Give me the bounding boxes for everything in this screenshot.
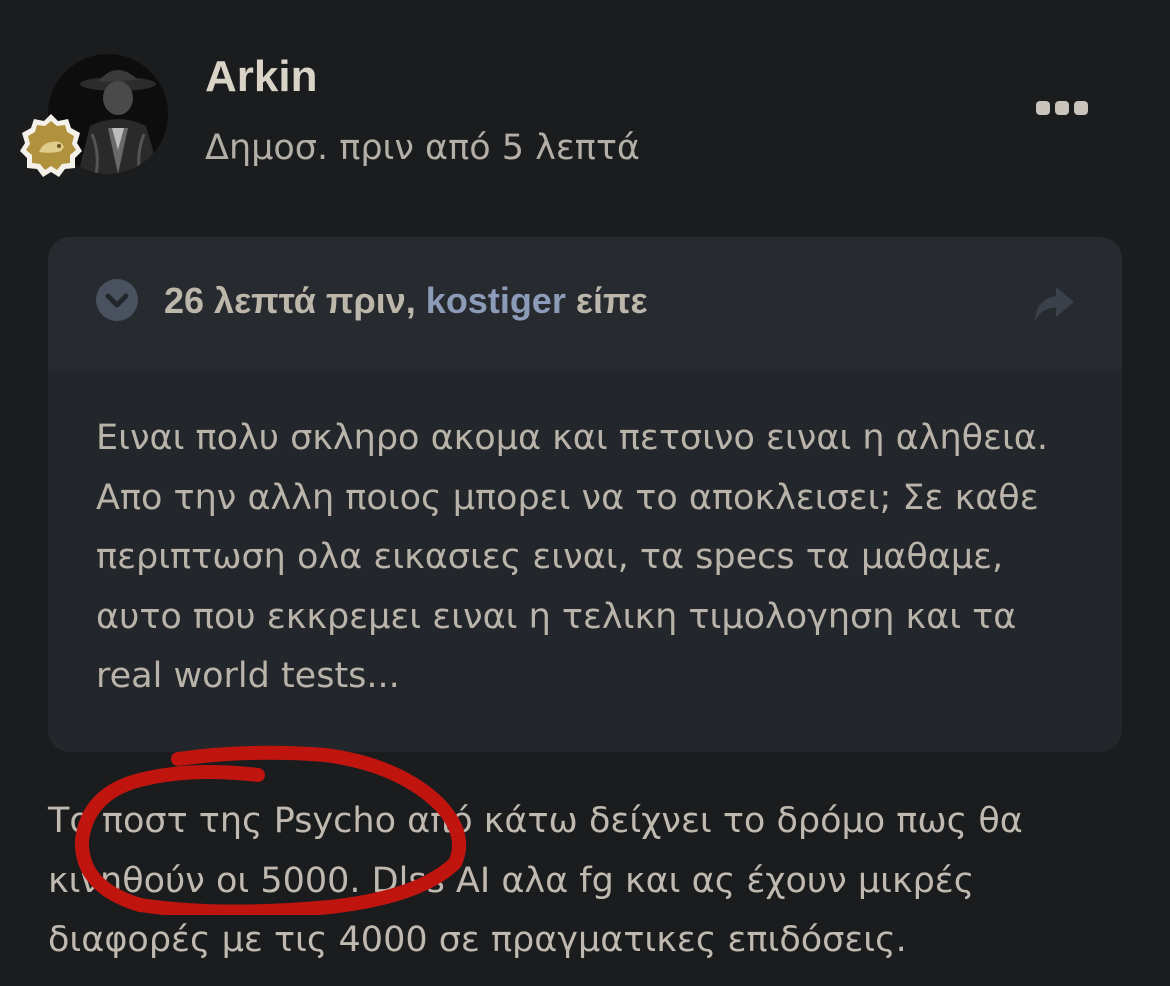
quote-header: 26 λεπτά πριν, kostiger είπε bbox=[48, 237, 1122, 369]
quote-line: περιπτωση ολα εικασιες ειναι, τα specs τ… bbox=[96, 537, 1004, 577]
quote-user-link[interactable]: kostiger bbox=[426, 280, 566, 321]
quote-said: είπε bbox=[575, 280, 648, 321]
post-line: Το ποστ της Psycho από κάτω δείχνει το δ… bbox=[48, 801, 1023, 841]
quote-citation: 26 λεπτά πριν, kostiger είπε bbox=[164, 280, 648, 322]
ellipsis-icon[interactable] bbox=[1036, 98, 1088, 120]
author-name[interactable]: Arkin bbox=[205, 52, 317, 102]
quote-line: αυτο που εκκρεμει ειναι η τελικη τιμολογ… bbox=[96, 596, 1017, 637]
post-body: Το ποστ της Psycho από κάτω δείχνει το δ… bbox=[48, 792, 1128, 971]
quote-line: Απο την αλλη ποιος μπορει να το αποκλεισ… bbox=[96, 477, 1039, 518]
forum-post: Arkin Δημοσ. πριν από 5 λεπτά 26 λεπτά π… bbox=[0, 0, 1170, 986]
quote-time: 26 λεπτά πριν, bbox=[164, 280, 416, 321]
quote-text: Ειναι πολυ σκληρο ακομα και πετσινο εινα… bbox=[96, 409, 1086, 707]
post-line: κινηθούν οι 5000. Dlss AI αλα fg και ας … bbox=[48, 860, 975, 901]
post-timestamp: Δημοσ. πριν από 5 λεπτά bbox=[205, 128, 640, 168]
rank-badge-icon bbox=[17, 112, 85, 180]
post-line: διαφορές με τις 4000 σε πραγματικες επιδ… bbox=[48, 920, 907, 960]
quote-block: 26 λεπτά πριν, kostiger είπε Ειναι πολυ … bbox=[48, 237, 1122, 752]
quote-line: real world tests... bbox=[96, 656, 400, 696]
share-arrow-icon[interactable] bbox=[1032, 285, 1076, 323]
chevron-down-icon[interactable] bbox=[96, 279, 138, 321]
quote-line: Ειναι πολυ σκληρο ακομα και πετσινο εινα… bbox=[96, 418, 1049, 458]
